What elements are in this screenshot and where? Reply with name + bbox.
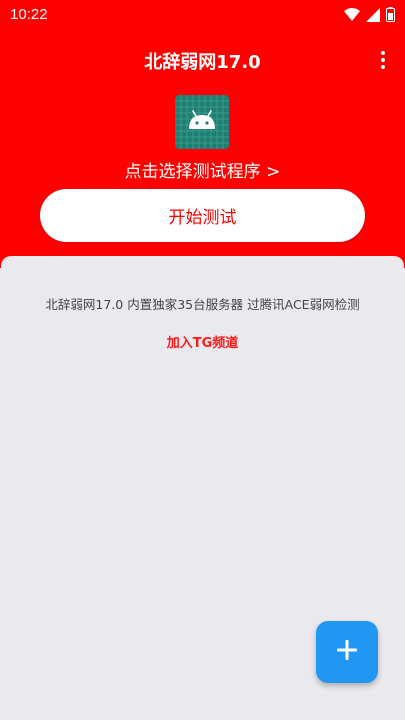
battery-icon: [386, 7, 395, 22]
plus-icon: [335, 638, 359, 666]
status-icons: [344, 7, 395, 22]
header: 10:22 北辞弱网17.0 点击选择测试程序 > 开始测试: [0, 0, 405, 268]
select-program-link[interactable]: 点击选择测试程序 >: [0, 157, 405, 182]
status-time: 10:22: [10, 6, 48, 23]
join-tg-link[interactable]: 加入TG频道: [1, 332, 404, 351]
info-text: 北辞弱网17.0 内置独家35台服务器 过腾讯ACE弱网检测: [45, 297, 360, 312]
signal-icon: [366, 7, 380, 22]
status-bar: 10:22: [0, 0, 405, 30]
android-icon[interactable]: [175, 95, 229, 149]
start-test-button[interactable]: 开始测试: [40, 189, 365, 242]
wifi-icon: [344, 7, 360, 22]
app-title: 北辞弱网17.0: [144, 52, 261, 73]
more-options-icon[interactable]: [375, 48, 391, 72]
add-button[interactable]: [316, 621, 378, 683]
